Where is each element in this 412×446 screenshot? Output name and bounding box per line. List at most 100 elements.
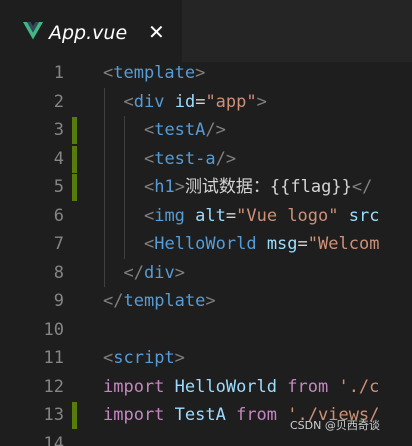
code-token: <: [143, 120, 155, 140]
line-number: 12: [43, 376, 64, 397]
line-number: 14: [43, 433, 64, 446]
code-token: <: [143, 234, 155, 254]
code-token: "Welcom: [307, 234, 380, 254]
code-token: alt: [195, 205, 226, 226]
code-text: </div>: [103, 259, 185, 287]
code-token: =: [297, 234, 308, 254]
line-number: 9: [53, 291, 64, 311]
vue-logo-icon: [23, 22, 43, 40]
code-token: =: [195, 91, 206, 112]
line-number: 8: [53, 262, 64, 283]
code-token: =: [225, 205, 237, 226]
code-token: script: [113, 348, 175, 368]
code-token: from: [236, 405, 278, 425]
code-token: />: [215, 148, 237, 169]
code-line[interactable]: 6 <img alt="Vue logo" src: [0, 202, 412, 231]
code-line[interactable]: 4 <test-a/>: [0, 145, 412, 174]
code-line[interactable]: 2 <div id="app">: [0, 88, 412, 117]
code-token: />: [205, 120, 226, 140]
code-token: testA: [154, 120, 206, 140]
code-token: h1: [154, 177, 175, 197]
indent-guide: [104, 87, 105, 287]
code-token: HelloWorld: [164, 376, 288, 397]
code-token: import: [103, 376, 165, 397]
code-token: </: [103, 291, 124, 311]
code-line[interactable]: 7 <HelloWorld msg="Welcom: [0, 230, 412, 259]
code-token: "Vue logo": [236, 205, 339, 226]
code-token: <: [103, 63, 114, 83]
code-text: <test-a/>: [103, 145, 236, 173]
code-token: >: [195, 63, 206, 83]
line-number: 4: [53, 148, 64, 169]
code-token: import: [103, 405, 165, 425]
code-line[interactable]: 3 <testA/>: [0, 116, 412, 145]
code-token: >: [174, 262, 185, 283]
code-line[interactable]: 10: [0, 316, 412, 345]
code-token: HelloWorld: [154, 234, 257, 254]
code-token: img: [154, 205, 185, 226]
code-token: </: [351, 177, 373, 197]
code-token: test-a: [154, 148, 216, 169]
line-number: 2: [53, 91, 64, 112]
code-text: <img alt="Vue logo" src: [103, 202, 380, 230]
code-token: >: [256, 91, 267, 112]
code-token: "app": [205, 91, 257, 112]
code-token: msg: [266, 234, 298, 254]
added-line-marker[interactable]: [72, 402, 77, 429]
code-token: from: [287, 376, 329, 397]
editor-tab-bar: App.vue ✕: [0, 0, 412, 62]
code-token: 测试数据：{{flag}}: [184, 177, 352, 197]
code-token: <: [143, 148, 155, 169]
code-token: id: [174, 91, 196, 112]
code-line[interactable]: 8 </div>: [0, 259, 412, 288]
code-token: template: [123, 291, 206, 311]
code-token: div: [143, 262, 175, 283]
code-line[interactable]: 11 <script>: [0, 344, 412, 373]
code-token: TestA: [164, 405, 237, 425]
code-token: </: [123, 262, 144, 283]
close-icon[interactable]: ✕: [148, 20, 165, 44]
line-number: 7: [53, 234, 64, 254]
code-text: <testA/>: [103, 116, 226, 144]
code-editor[interactable]: 1 <template> 2 <div id="app"> 3 <testA/> 4 <…: [0, 62, 412, 446]
added-line-marker[interactable]: [72, 117, 77, 144]
code-token: <: [103, 348, 114, 368]
code-line[interactable]: 1 <template>: [0, 62, 412, 88]
line-number: 5: [53, 177, 64, 197]
watermark: CSDN @贝西奇谈: [290, 419, 380, 432]
code-token: div: [133, 91, 165, 112]
code-token: './c: [338, 376, 380, 397]
code-line[interactable]: 5 <h1>测试数据：{{flag}}</: [0, 173, 412, 202]
code-text: <template>: [103, 62, 205, 87]
added-line-marker[interactable]: [72, 145, 77, 173]
code-token: >: [174, 348, 185, 368]
line-number: 10: [43, 319, 64, 340]
code-text: import HelloWorld from './c: [103, 373, 379, 401]
tab-app-vue[interactable]: App.vue ✕: [0, 0, 182, 62]
code-text: <HelloWorld msg="Welcom: [103, 230, 379, 258]
line-number: 11: [43, 348, 64, 368]
code-token: src: [348, 205, 380, 226]
code-text: <script>: [103, 344, 185, 372]
code-token: <: [143, 205, 155, 226]
code-line[interactable]: 9 </template>: [0, 287, 412, 316]
added-line-marker[interactable]: [72, 174, 77, 201]
code-token: >: [174, 177, 185, 197]
code-token: template: [113, 63, 196, 83]
code-token: >: [205, 291, 216, 311]
code-line[interactable]: 12 import HelloWorld from './c: [0, 373, 412, 402]
code-token: <: [143, 177, 155, 197]
code-token: <: [123, 91, 134, 112]
tab-title: App.vue: [49, 22, 128, 44]
line-number: 13: [43, 405, 64, 425]
indent-guide: [124, 116, 125, 259]
code-text: <h1>测试数据：{{flag}}</: [103, 173, 372, 201]
line-number: 1: [53, 63, 64, 83]
